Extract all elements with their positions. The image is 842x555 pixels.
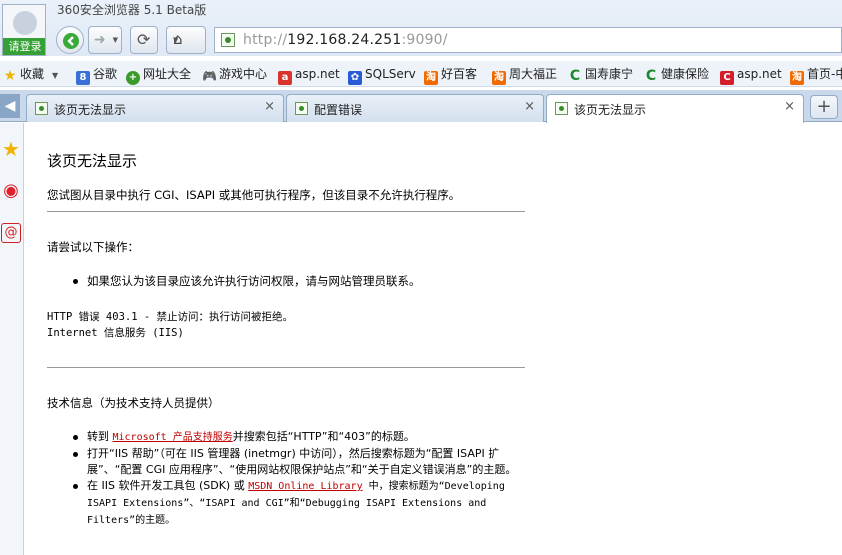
bookmark-favorites[interactable]: ★ 收藏 ▼ [3,65,58,83]
iis-line: Internet 信息服务 (IIS) [47,327,184,339]
bookmark-sqlserv[interactable]: ✿ SQLServ [348,65,416,85]
close-icon[interactable]: × [784,99,795,114]
url-text[interactable]: http://192.168.24.251:9090/ [243,32,448,48]
sidebar: ★ ◉ @ [0,123,24,555]
forward-button[interactable]: ➜ ▼ [88,26,122,54]
taobao-icon: 淘 [790,71,804,85]
app-title: 360安全浏览器 5.1 Beta版 [57,3,207,17]
browser-toolbar: 请登录 360安全浏览器 5.1 Beta版 ➜ ▼ ⟳ ⌂ ▼ http://… [0,0,842,56]
back-button[interactable] [56,26,84,54]
list-item: 转到 Microsoft 产品支持服务并搜索包括“HTTP”和“403”的标题。 [73,429,533,446]
close-icon[interactable]: × [264,99,275,114]
tab-page-cannot-display-2[interactable]: 该页无法显示 × [546,94,804,123]
bookmark-game-center[interactable]: 🎮 游戏中心 [202,65,267,83]
c-green-icon: C [645,68,657,84]
page-icon [295,102,308,115]
bookmark-health-insurance[interactable]: C 健康保险 [644,65,709,83]
bookmark-zhoudafu[interactable]: 淘周大福正 [492,65,557,85]
chevron-down-icon[interactable]: ▼ [113,36,118,44]
divider [47,211,525,212]
close-icon[interactable]: × [524,99,535,114]
msdn-library-link[interactable]: MSDN Online Library [248,481,362,492]
plus-green-icon: + [126,71,140,85]
google-icon: 8 [76,71,90,85]
forward-arrow-icon: ➜ [94,32,106,48]
user-avatar[interactable]: 请登录 [2,4,46,56]
c-red-icon: C [720,71,734,85]
new-tab-button[interactable]: + [810,95,838,119]
mail-icon[interactable]: @ [1,223,21,243]
page-icon [555,102,568,115]
refresh-button[interactable]: ⟳ [130,26,158,54]
tab-page-cannot-display-1[interactable]: 该页无法显示 × [26,94,284,122]
page-icon [35,102,48,115]
tab-label: 该页无法显示 [54,103,127,117]
try-heading: 请尝试以下操作： [47,240,139,254]
home-button[interactable]: ⌂ ▼ [166,26,206,54]
weibo-icon[interactable]: ◉ [1,179,21,203]
site-icon: a [278,71,292,85]
gamepad-icon: 🎮 [202,69,217,83]
refresh-icon: ⟳ [137,30,151,49]
tech-list: 转到 Microsoft 产品支持服务并搜索包括“HTTP”和“403”的标题。… [73,429,533,529]
chevron-down-icon: ▼ [52,71,59,80]
address-bar[interactable]: http://192.168.24.251:9090/ [214,27,842,53]
page-icon [221,33,235,47]
taobao-icon: 淘 [424,71,438,85]
taobao-icon: 淘 [492,71,506,85]
bookmark-homepage[interactable]: 淘首页-中 [790,65,842,85]
bookmark-haobaike[interactable]: 淘好百客 [424,65,477,85]
favorites-star-icon[interactable]: ★ [1,137,21,161]
bookmarks-bar: ★ 收藏 ▼ 8 谷歌 + 网址大全 🎮 游戏中心 a asp.net ✿ SQLServ 淘… [0,61,842,87]
divider [47,367,525,368]
login-button[interactable]: 请登录 [3,38,45,55]
tab-strip: ◀ 该页无法显示 × 配置错误 × 该页无法显示 × + [0,90,842,123]
tab-label: 该页无法显示 [574,103,647,117]
paw-icon: ✿ [348,71,362,85]
tech-heading: 技术信息（为技术支持人员提供） [47,396,220,410]
list-item: 如果您认为该目录应该允许执行访问权限，请与网站管理员联系。 [73,273,543,289]
back-arrow-icon [63,33,79,49]
list-item: 打开“IIS 帮助”（可在 IIS 管理器 (inetmgr) 中访问），然后搜… [73,446,533,478]
bookmark-aspnet-2[interactable]: Casp.net [720,65,782,85]
list-item: 在 IIS 软件开发工具包 (SDK) 或 MSDN Online Librar… [73,478,533,529]
page-content: 该页无法显示 您试图从目录中执行 CGI、ISAPI 或其他可执行程序，但该目录… [25,123,842,555]
ms-support-link[interactable]: Microsoft 产品支持服务 [113,432,233,443]
chevron-down-icon[interactable]: ▼ [173,36,201,44]
page-title: 该页无法显示 [47,152,138,170]
bookmark-aspnet[interactable]: a asp.net [278,65,340,85]
bookmark-guoshou[interactable]: C 国寿康宁 [568,65,633,83]
bookmark-google[interactable]: 8 谷歌 [76,65,117,85]
c-green-icon: C [569,68,581,84]
tab-config-error[interactable]: 配置错误 × [286,94,544,122]
http-error-line: HTTP 错误 403.1 - 禁止访问：执行访问被拒绝。 [47,311,294,323]
sidebar-toggle-icon[interactable]: ◀ [0,94,20,118]
error-code-block: HTTP 错误 403.1 - 禁止访问：执行访问被拒绝。 Internet 信息… [47,309,293,341]
avatar-icon [13,11,37,35]
tab-label: 配置错误 [314,103,363,117]
error-intro: 您试图从目录中执行 CGI、ISAPI 或其他可执行程序，但该目录不允许执行程序… [47,188,461,202]
bookmark-site-directory[interactable]: + 网址大全 [126,65,191,85]
try-list: 如果您认为该目录应该允许执行访问权限，请与网站管理员联系。 [73,273,543,289]
star-icon: ★ [3,68,17,84]
